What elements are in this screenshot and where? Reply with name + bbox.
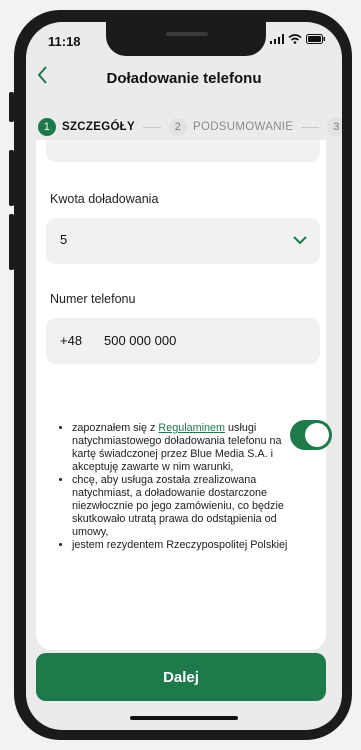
- progress-steps: 1 SZCZEGÓŁY 2 PODSUMOWANIE 3 P: [38, 114, 342, 140]
- amount-label: Kwota doładowania: [50, 192, 159, 206]
- phone-side-button: [9, 150, 14, 206]
- step-divider: [301, 126, 320, 128]
- signal-icon: [270, 34, 284, 44]
- phone-number-value: 500 000 000: [104, 333, 177, 348]
- consent-item: chcę, aby usługa została zrealizowana na…: [72, 474, 290, 539]
- previous-field-stub: [46, 140, 320, 162]
- step-label: SZCZEGÓŁY: [62, 121, 135, 133]
- consent-item: zapoznałem się z Regulaminem usługi naty…: [72, 422, 290, 474]
- step-divider: [142, 126, 161, 128]
- status-time: 11:18: [48, 34, 81, 49]
- step-label: PODSUMOWANIE: [192, 121, 294, 133]
- next-button[interactable]: Dalej: [36, 653, 326, 701]
- regulations-link[interactable]: Regulaminem: [158, 422, 225, 434]
- country-prefix: +48: [60, 333, 83, 348]
- form-card: Kwota doładowania 5 Numer telefonu +48 5…: [36, 140, 332, 650]
- amount-value: 5: [60, 232, 68, 247]
- consent-toggle[interactable]: [290, 420, 332, 450]
- chevron-down-icon: [292, 232, 308, 253]
- page-title: Doładowanie telefonu: [106, 70, 262, 87]
- step-summary: 2 PODSUMOWANIE: [168, 118, 294, 136]
- consents-list: zapoznałem się z Regulaminem usługi naty…: [50, 422, 290, 552]
- step-number: 1: [38, 118, 56, 136]
- home-indicator: [130, 716, 238, 720]
- notch: [106, 22, 266, 56]
- phone-side-button: [9, 92, 14, 122]
- consent-item: jestem rezydentem Rzeczypospolitej Polsk…: [72, 539, 290, 552]
- consent-text: zapoznałem się z: [72, 422, 159, 434]
- wifi-icon: [288, 34, 302, 44]
- app-header: Doładowanie telefonu: [26, 60, 342, 100]
- phone-label: Numer telefonu: [50, 292, 136, 306]
- notch-speaker: [166, 32, 208, 36]
- phone-side-button: [9, 214, 14, 270]
- status-icons: [270, 34, 326, 44]
- battery-icon: [306, 34, 325, 44]
- step-details: 1 SZCZEGÓŁY: [38, 118, 135, 136]
- phone-number-input[interactable]: +48 500 000 000: [46, 318, 320, 364]
- toggle-knob: [305, 423, 329, 447]
- step-number: 2: [168, 118, 187, 136]
- step-number: 3: [327, 118, 342, 136]
- amount-select[interactable]: 5: [46, 218, 320, 264]
- step-third: 3 P: [327, 118, 342, 136]
- app-screen: 11:18 Doładowanie telefonu 1 SZCZEGÓŁY 2…: [26, 22, 342, 730]
